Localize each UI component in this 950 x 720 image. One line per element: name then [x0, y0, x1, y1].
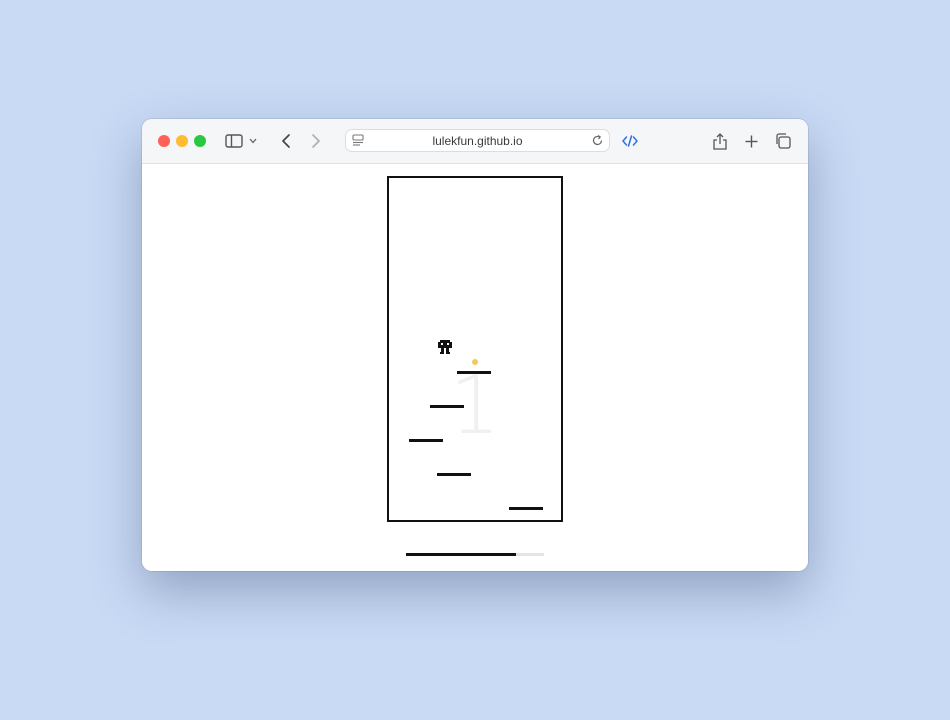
- address-bar[interactable]: lulekfun.github.io: [345, 129, 610, 152]
- minimize-window-button[interactable]: [176, 135, 188, 147]
- back-button[interactable]: [275, 130, 297, 152]
- browser-toolbar: lulekfun.github.io: [142, 119, 808, 164]
- reload-icon: [592, 135, 603, 146]
- platform: [409, 439, 443, 442]
- tabs-overview-icon: [776, 133, 791, 149]
- coin: [472, 359, 478, 365]
- platform: [430, 405, 464, 408]
- devtools-button[interactable]: [619, 130, 641, 152]
- player-character-icon: [438, 340, 452, 354]
- back-icon: [282, 134, 290, 148]
- forward-icon: [312, 134, 320, 148]
- level-progress-bar: [406, 553, 544, 556]
- level-progress-fill: [406, 553, 517, 556]
- browser-window: lulekfun.github.io 1: [142, 119, 808, 571]
- zoom-window-button[interactable]: [194, 135, 206, 147]
- tabs-overview-button[interactable]: [772, 130, 794, 152]
- sidebar-menu-button[interactable]: [246, 130, 260, 152]
- url-text[interactable]: lulekfun.github.io: [346, 134, 609, 148]
- close-window-button[interactable]: [158, 135, 170, 147]
- game-canvas[interactable]: 1: [387, 176, 563, 522]
- new-tab-icon: [745, 135, 757, 147]
- share-icon: [713, 132, 727, 150]
- platform: [437, 473, 471, 476]
- sidebar-icon: [225, 134, 243, 148]
- reload-button[interactable]: [591, 134, 604, 152]
- devtools-icon: [622, 135, 638, 147]
- forward-button[interactable]: [305, 130, 327, 152]
- page-content: 1: [142, 164, 808, 571]
- new-tab-button[interactable]: [740, 130, 762, 152]
- sidebar-toggle-button[interactable]: [223, 130, 245, 152]
- platform: [509, 507, 543, 510]
- share-button[interactable]: [709, 130, 731, 152]
- platform: [457, 371, 491, 374]
- chevron-down-icon: [249, 138, 257, 144]
